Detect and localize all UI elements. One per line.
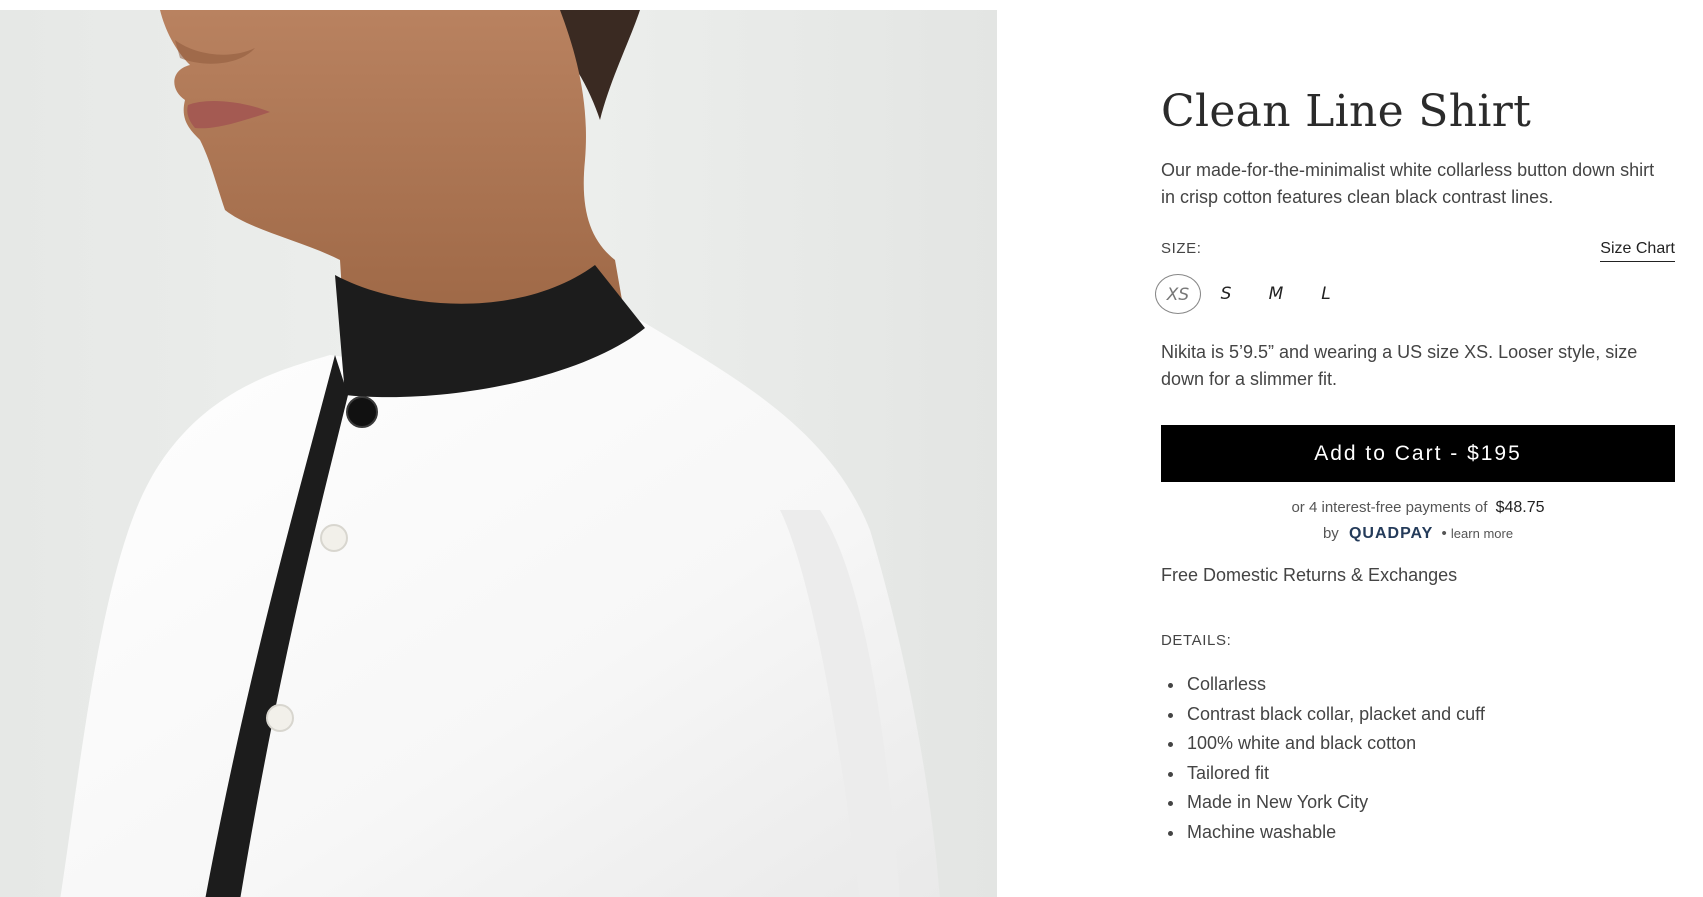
model-photo-illustration xyxy=(0,10,997,897)
add-to-cart-button[interactable]: Add to Cart - $195 xyxy=(1161,425,1675,482)
details-label: DETAILS: xyxy=(1161,632,1232,649)
details-item: 100% white and black cotton xyxy=(1185,729,1485,759)
details-item: Made in New York City xyxy=(1185,788,1485,818)
size-option-s[interactable]: S xyxy=(1203,274,1249,314)
returns-note: Free Domestic Returns & Exchanges xyxy=(1161,565,1458,585)
quadpay-text: or 4 interest-free payments of xyxy=(1291,499,1488,516)
details-item: Contrast black collar, placket and cuff xyxy=(1185,700,1485,730)
quadpay-line-1: or 4 interest-free payments of $48.75 xyxy=(1161,495,1675,521)
size-chart-link[interactable]: Size Chart xyxy=(1600,240,1675,262)
product-info: Clean Line Shirt Our made-for-the-minima… xyxy=(1155,0,1675,897)
size-selector: XS S M L xyxy=(1155,274,1421,314)
size-option-m[interactable]: M xyxy=(1253,274,1299,314)
size-option-xs[interactable]: XS xyxy=(1155,274,1201,314)
quadpay-amount: $48.75 xyxy=(1495,499,1545,516)
details-item: Collarless xyxy=(1185,670,1485,700)
size-label: SIZE: xyxy=(1161,240,1202,257)
quadpay-separator: • xyxy=(1441,525,1447,542)
quadpay-widget: or 4 interest-free payments of $48.75 by… xyxy=(1161,495,1675,547)
details-item: Machine washable xyxy=(1185,818,1485,848)
details-list: Collarless Contrast black collar, placke… xyxy=(1161,670,1485,847)
product-image[interactable] xyxy=(0,10,997,897)
product-title: Clean Line Shirt xyxy=(1161,86,1532,137)
quadpay-learn-more-link[interactable]: learn more xyxy=(1451,526,1513,541)
size-option-l[interactable]: L xyxy=(1303,274,1349,314)
quadpay-by: by xyxy=(1322,525,1339,542)
fit-note: Nikita is 5’9.5” and wearing a US size X… xyxy=(1161,342,1638,389)
quadpay-line-2: by QUADPAY • learn more xyxy=(1161,521,1675,547)
product-description: Our made-for-the-minimalist white collar… xyxy=(1161,160,1655,207)
quadpay-logo: QUADPAY xyxy=(1348,525,1434,542)
details-item: Tailored fit xyxy=(1185,759,1485,789)
product-page: Clean Line Shirt Our made-for-the-minima… xyxy=(0,0,1703,897)
